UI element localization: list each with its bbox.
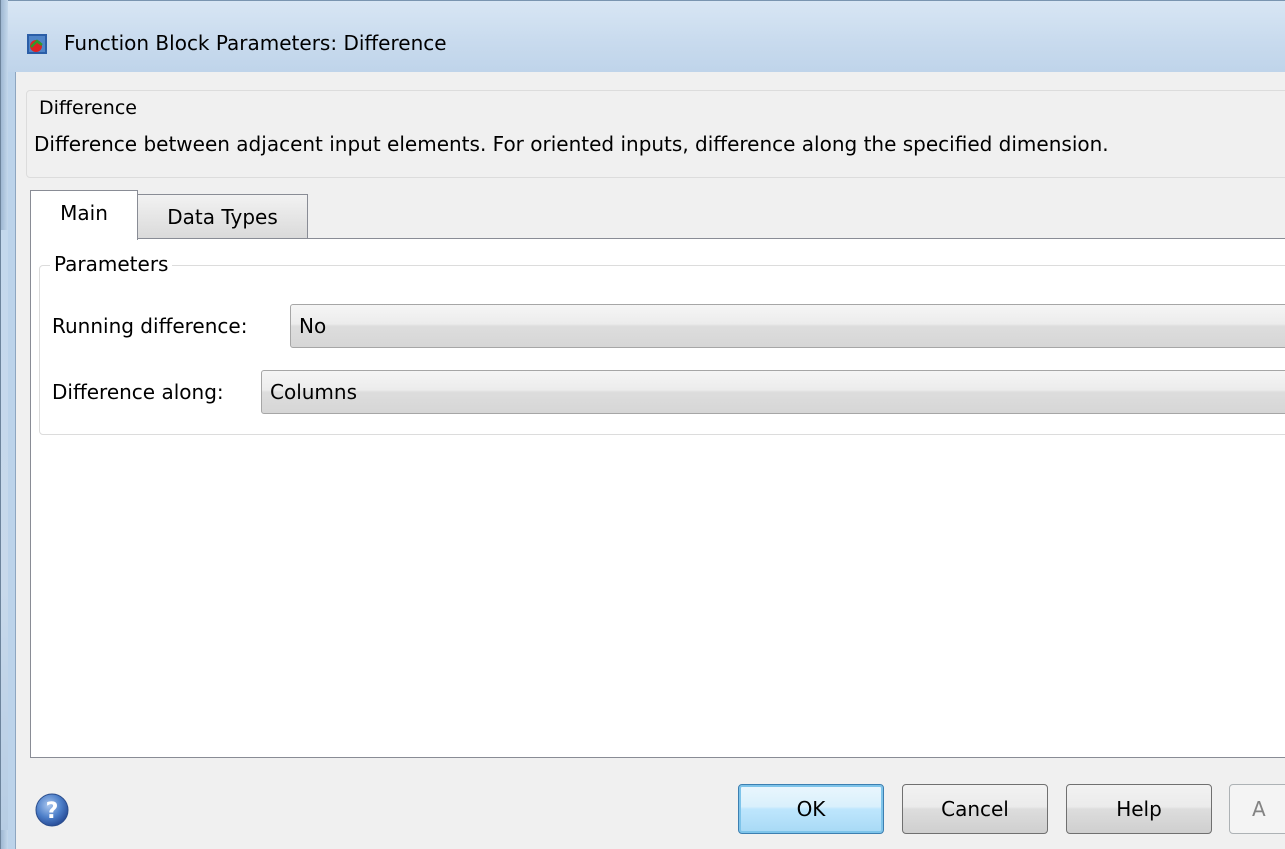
difference-along-value: Columns	[270, 380, 358, 404]
apply-button[interactable]: A	[1229, 784, 1285, 834]
svg-text:?: ?	[46, 799, 59, 824]
description-text: Difference between adjacent input elemen…	[34, 132, 1109, 156]
ok-button-label: OK	[796, 797, 826, 821]
tab-panel-main: Parameters Running difference: No Differ…	[30, 238, 1285, 758]
ok-button[interactable]: OK	[738, 784, 884, 834]
question-circle-icon[interactable]: ?	[34, 792, 70, 828]
window-frame-left	[0, 0, 8, 849]
cancel-button[interactable]: Cancel	[902, 784, 1048, 834]
running-difference-value: No	[299, 314, 327, 338]
tab-data-types-label: Data Types	[167, 204, 278, 229]
window-title: Function Block Parameters: Difference	[64, 31, 447, 55]
tab-main-label: Main	[60, 200, 108, 225]
tab-main[interactable]: Main	[30, 190, 138, 240]
parameters-group: Parameters Running difference: No Differ…	[39, 252, 1285, 435]
description-group-title: Difference	[35, 97, 141, 119]
difference-along-label: Difference along:	[52, 380, 224, 404]
dialog-client-area: Difference Difference between adjacent i…	[15, 72, 1285, 849]
dialog-window: Function Block Parameters: Difference Di…	[0, 0, 1285, 849]
running-difference-label: Running difference:	[52, 314, 248, 338]
running-difference-dropdown[interactable]: No	[290, 304, 1285, 348]
simulink-block-icon	[27, 34, 47, 54]
tab-strip: Main Data Types	[30, 190, 1285, 240]
cancel-button-label: Cancel	[941, 797, 1009, 821]
help-button[interactable]: Help	[1066, 784, 1212, 834]
help-button-label: Help	[1116, 797, 1162, 821]
title-bar[interactable]: Function Block Parameters: Difference	[8, 0, 1285, 72]
parameters-group-title: Parameters	[50, 252, 173, 276]
apply-button-label: A	[1252, 797, 1266, 821]
difference-along-dropdown[interactable]: Columns	[261, 370, 1285, 414]
tab-data-types[interactable]: Data Types	[137, 194, 308, 238]
